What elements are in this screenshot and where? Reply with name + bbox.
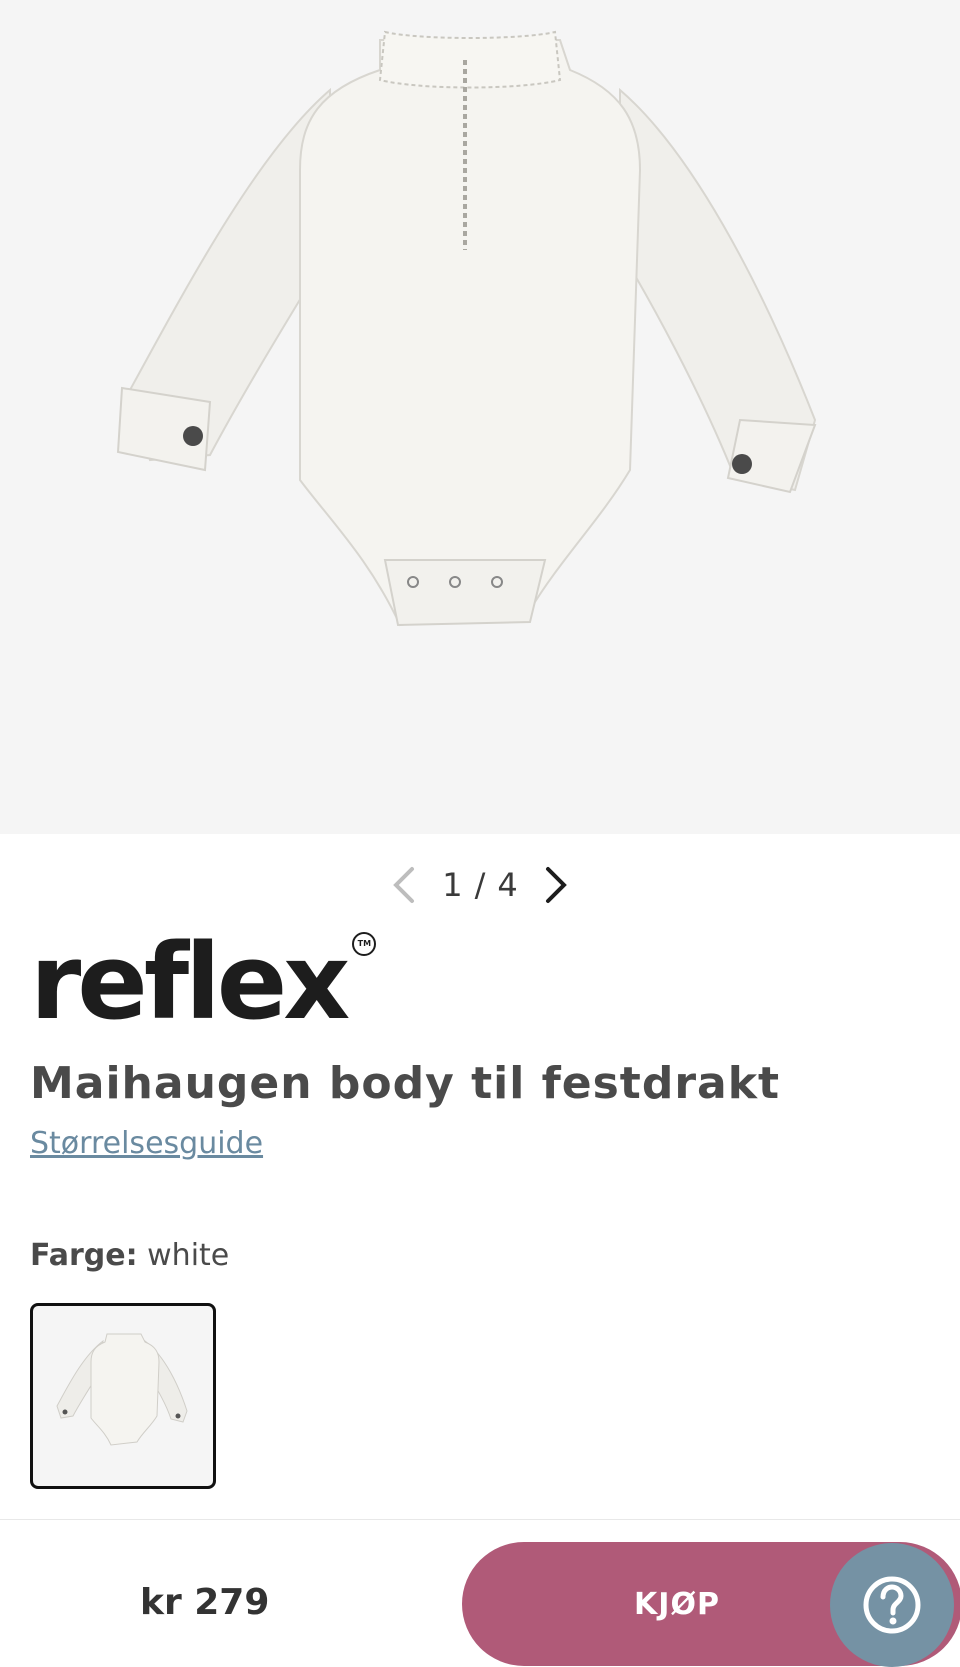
trademark-mark: TM [352,932,377,956]
chevron-left-icon [393,867,415,903]
help-button[interactable] [830,1543,954,1667]
color-selection: Farge: white [30,1238,229,1273]
question-icon [863,1576,921,1634]
brand-name: reflex [30,921,350,1043]
total-image-number: 4 [497,866,518,904]
image-counter: 1 / 4 [442,866,518,904]
current-image-number: 1 [442,866,463,904]
bodysuit-illustration [116,30,817,627]
next-image-button[interactable] [536,865,576,905]
product-image[interactable] [0,0,960,834]
product-price: kr 279 [140,1582,270,1623]
image-pager: 1 / 4 [0,860,960,910]
footer-divider [0,1519,960,1520]
color-label: Farge: [30,1238,138,1273]
size-guide-link[interactable]: Størrelsesguide [30,1126,263,1161]
chevron-right-icon [545,867,567,903]
color-value: white [147,1238,230,1273]
color-swatch-white[interactable] [30,1303,216,1489]
product-title: Maihaugen body til festdrakt [30,1058,781,1109]
swatch-thumbnail [56,1333,188,1446]
counter-separator: / [474,866,486,904]
prev-image-button[interactable] [384,865,424,905]
brand-logo: reflex TM [30,930,377,1034]
buy-button-label: KJØP [634,1586,720,1622]
